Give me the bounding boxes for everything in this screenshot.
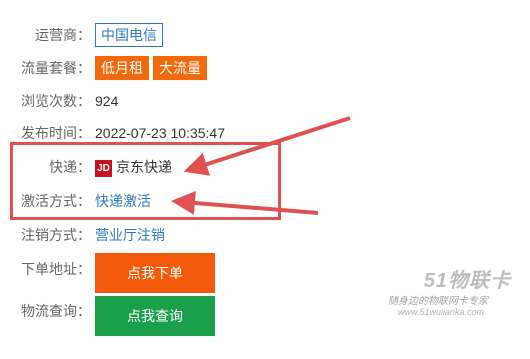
watermark-slogan: 随身边的物联网卡专家 xyxy=(388,296,488,307)
logistics-row: 物流查询： xyxy=(0,299,91,323)
cancellation-row: 注销方式： 营业厅注销 xyxy=(0,223,165,247)
plan-tag-big-data[interactable]: 大流量 xyxy=(153,56,207,80)
order-row: 下单地址： xyxy=(0,257,91,281)
logistics-label: 物流查询： xyxy=(21,303,91,319)
views-row: 浏览次数： 924 xyxy=(0,89,118,113)
plan-tag-low-rent[interactable]: 低月租 xyxy=(95,56,149,80)
order-button[interactable]: 点我下单 xyxy=(95,253,215,293)
publish-time-label: 发布时间： xyxy=(21,125,91,141)
watermark-url: www.51wulianka.com xyxy=(398,307,485,317)
views-label: 浏览次数： xyxy=(21,93,91,109)
views-count: 924 xyxy=(95,93,119,109)
cancellation-link[interactable]: 营业厅注销 xyxy=(95,225,165,245)
plan-row: 流量套餐： 低月租 大流量 xyxy=(0,56,211,80)
operator-row: 运营商： 中国电信 xyxy=(0,23,163,47)
publish-time-value: 2022-07-23 10:35:47 xyxy=(95,125,225,141)
highlight-box xyxy=(10,142,281,220)
watermark-logo: 51物联卡 xyxy=(423,270,511,292)
operator-tag[interactable]: 中国电信 xyxy=(95,23,163,47)
logistics-button[interactable]: 点我查询 xyxy=(95,296,215,336)
watermark: 51物联卡 随身边的物联网卡专家 www.51wulianka.com xyxy=(380,262,525,322)
cancellation-label: 注销方式： xyxy=(21,227,91,243)
operator-label: 运营商： xyxy=(35,27,91,43)
order-label: 下单地址： xyxy=(21,261,91,277)
plan-label: 流量套餐： xyxy=(21,60,91,76)
